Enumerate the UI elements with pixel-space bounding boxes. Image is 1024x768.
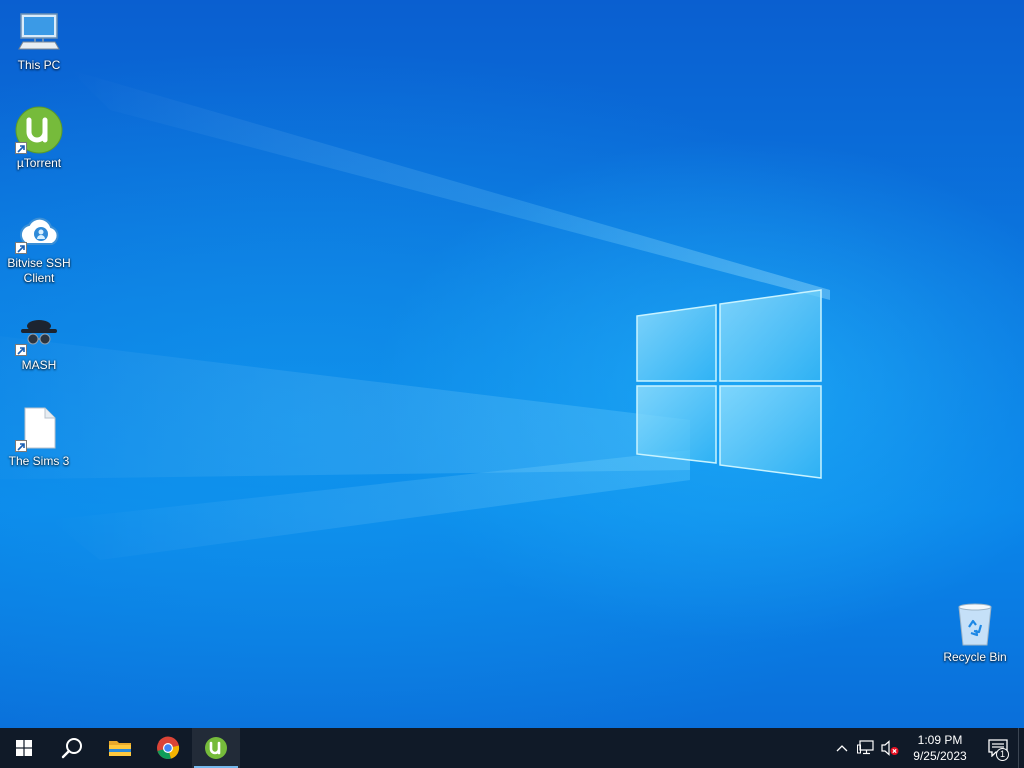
desktop-icon-mash[interactable]: MASH: [1, 308, 77, 373]
folder-icon: [109, 741, 131, 756]
notification-count-badge: 1: [996, 748, 1009, 761]
taskbar-chrome[interactable]: [144, 728, 192, 768]
taskbar-file-explorer[interactable]: [96, 728, 144, 768]
system-tray: 1:09 PM 9/25/2023 1: [830, 728, 1024, 768]
show-hidden-icons-button[interactable]: [830, 728, 854, 768]
search-icon: [61, 738, 82, 759]
volume-muted-icon: [881, 740, 899, 756]
desktop-icon-label: MASH: [21, 358, 57, 372]
utorrent-icon: [205, 737, 227, 759]
recycle-bin-icon: [951, 600, 999, 648]
chevron-up-icon: [836, 745, 848, 752]
mash-icon: [15, 308, 63, 356]
windows-wallpaper-logo: [636, 289, 822, 479]
desktop-icon-recycle-bin[interactable]: Recycle Bin: [937, 600, 1013, 665]
taskbar: 1:09 PM 9/25/2023 1: [0, 728, 1024, 768]
desktop-icon-label: This PC: [17, 58, 61, 72]
desktop-icon-the-sims-3[interactable]: The Sims 3: [1, 404, 77, 469]
file-icon: [15, 404, 63, 452]
shortcut-arrow-icon: [15, 440, 27, 452]
shortcut-arrow-icon: [15, 242, 27, 254]
desktop-icon-label: The Sims 3: [8, 454, 70, 468]
desktop-icon-this-pc[interactable]: This PC: [1, 8, 77, 73]
wallpaper-light-beams: [0, 70, 830, 560]
volume-tray-button[interactable]: [878, 728, 902, 768]
network-icon: [857, 740, 874, 755]
search-button[interactable]: [48, 728, 96, 768]
taskbar-utorrent[interactable]: [192, 728, 240, 768]
network-tray-button[interactable]: [854, 728, 878, 768]
start-button[interactable]: [0, 728, 48, 768]
bitvise-icon: [15, 206, 63, 254]
desktop-icon-label: Bitvise SSH Client: [7, 256, 71, 285]
this-pc-icon: [15, 8, 63, 56]
clock-time: 1:09 PM: [917, 733, 963, 747]
desktop-icon-utorrent[interactable]: µTorrent: [1, 106, 77, 171]
shortcut-arrow-icon: [15, 344, 27, 356]
desktop-icon-label: Recycle Bin: [943, 650, 1007, 664]
chrome-icon: [157, 736, 180, 759]
shortcut-arrow-icon: [15, 142, 27, 154]
desktop-icon-bitvise-ssh-client[interactable]: Bitvise SSH Client: [1, 206, 77, 286]
utorrent-icon: [15, 106, 63, 154]
desktop[interactable]: This PC µTorrent Bitvise SSH Client MASH…: [0, 0, 1024, 728]
show-desktop-button[interactable]: [1018, 728, 1024, 768]
taskbar-clock[interactable]: 1:09 PM 9/25/2023: [902, 728, 978, 768]
windows-start-icon: [16, 740, 32, 756]
action-center-button[interactable]: 1: [978, 728, 1018, 768]
clock-date: 9/25/2023: [913, 749, 967, 763]
desktop-icon-label: µTorrent: [16, 156, 62, 170]
